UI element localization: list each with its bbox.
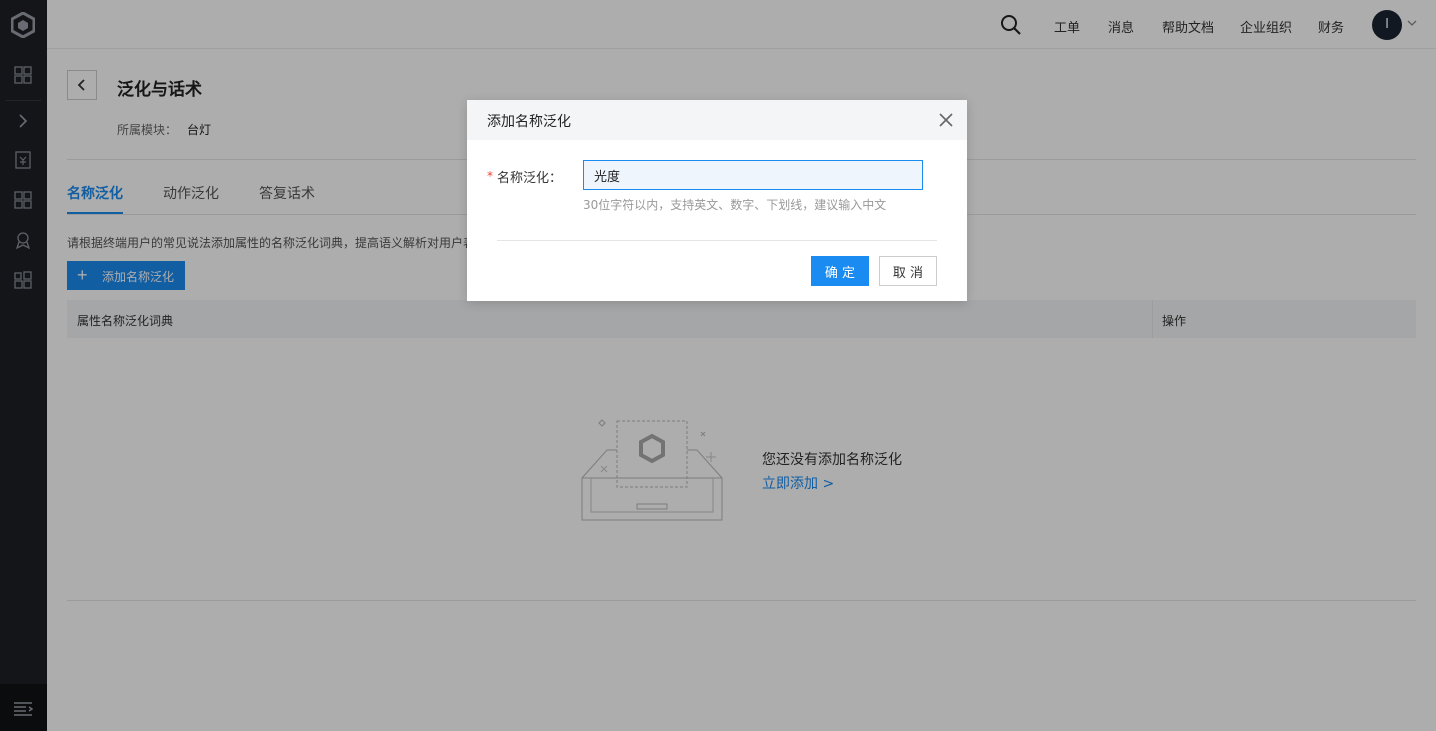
add-name-generalization-dialog: 添加名称泛化 * 名称泛化： 30位字符以内，支持英文、数字、下划线，建议输入中… bbox=[467, 100, 967, 301]
dialog-header: 添加名称泛化 bbox=[467, 100, 967, 140]
field-help-text: 30位字符以内，支持英文、数字、下划线，建议输入中文 bbox=[583, 198, 887, 212]
required-marker: * bbox=[487, 169, 493, 183]
name-generalization-label: 名称泛化： bbox=[497, 171, 563, 186]
confirm-button[interactable]: 确 定 bbox=[811, 256, 869, 286]
dialog-divider bbox=[497, 240, 937, 241]
name-generalization-input[interactable] bbox=[583, 160, 923, 190]
dialog-title: 添加名称泛化 bbox=[487, 114, 571, 130]
cancel-button[interactable]: 取 消 bbox=[879, 256, 937, 286]
close-icon[interactable] bbox=[937, 111, 955, 129]
